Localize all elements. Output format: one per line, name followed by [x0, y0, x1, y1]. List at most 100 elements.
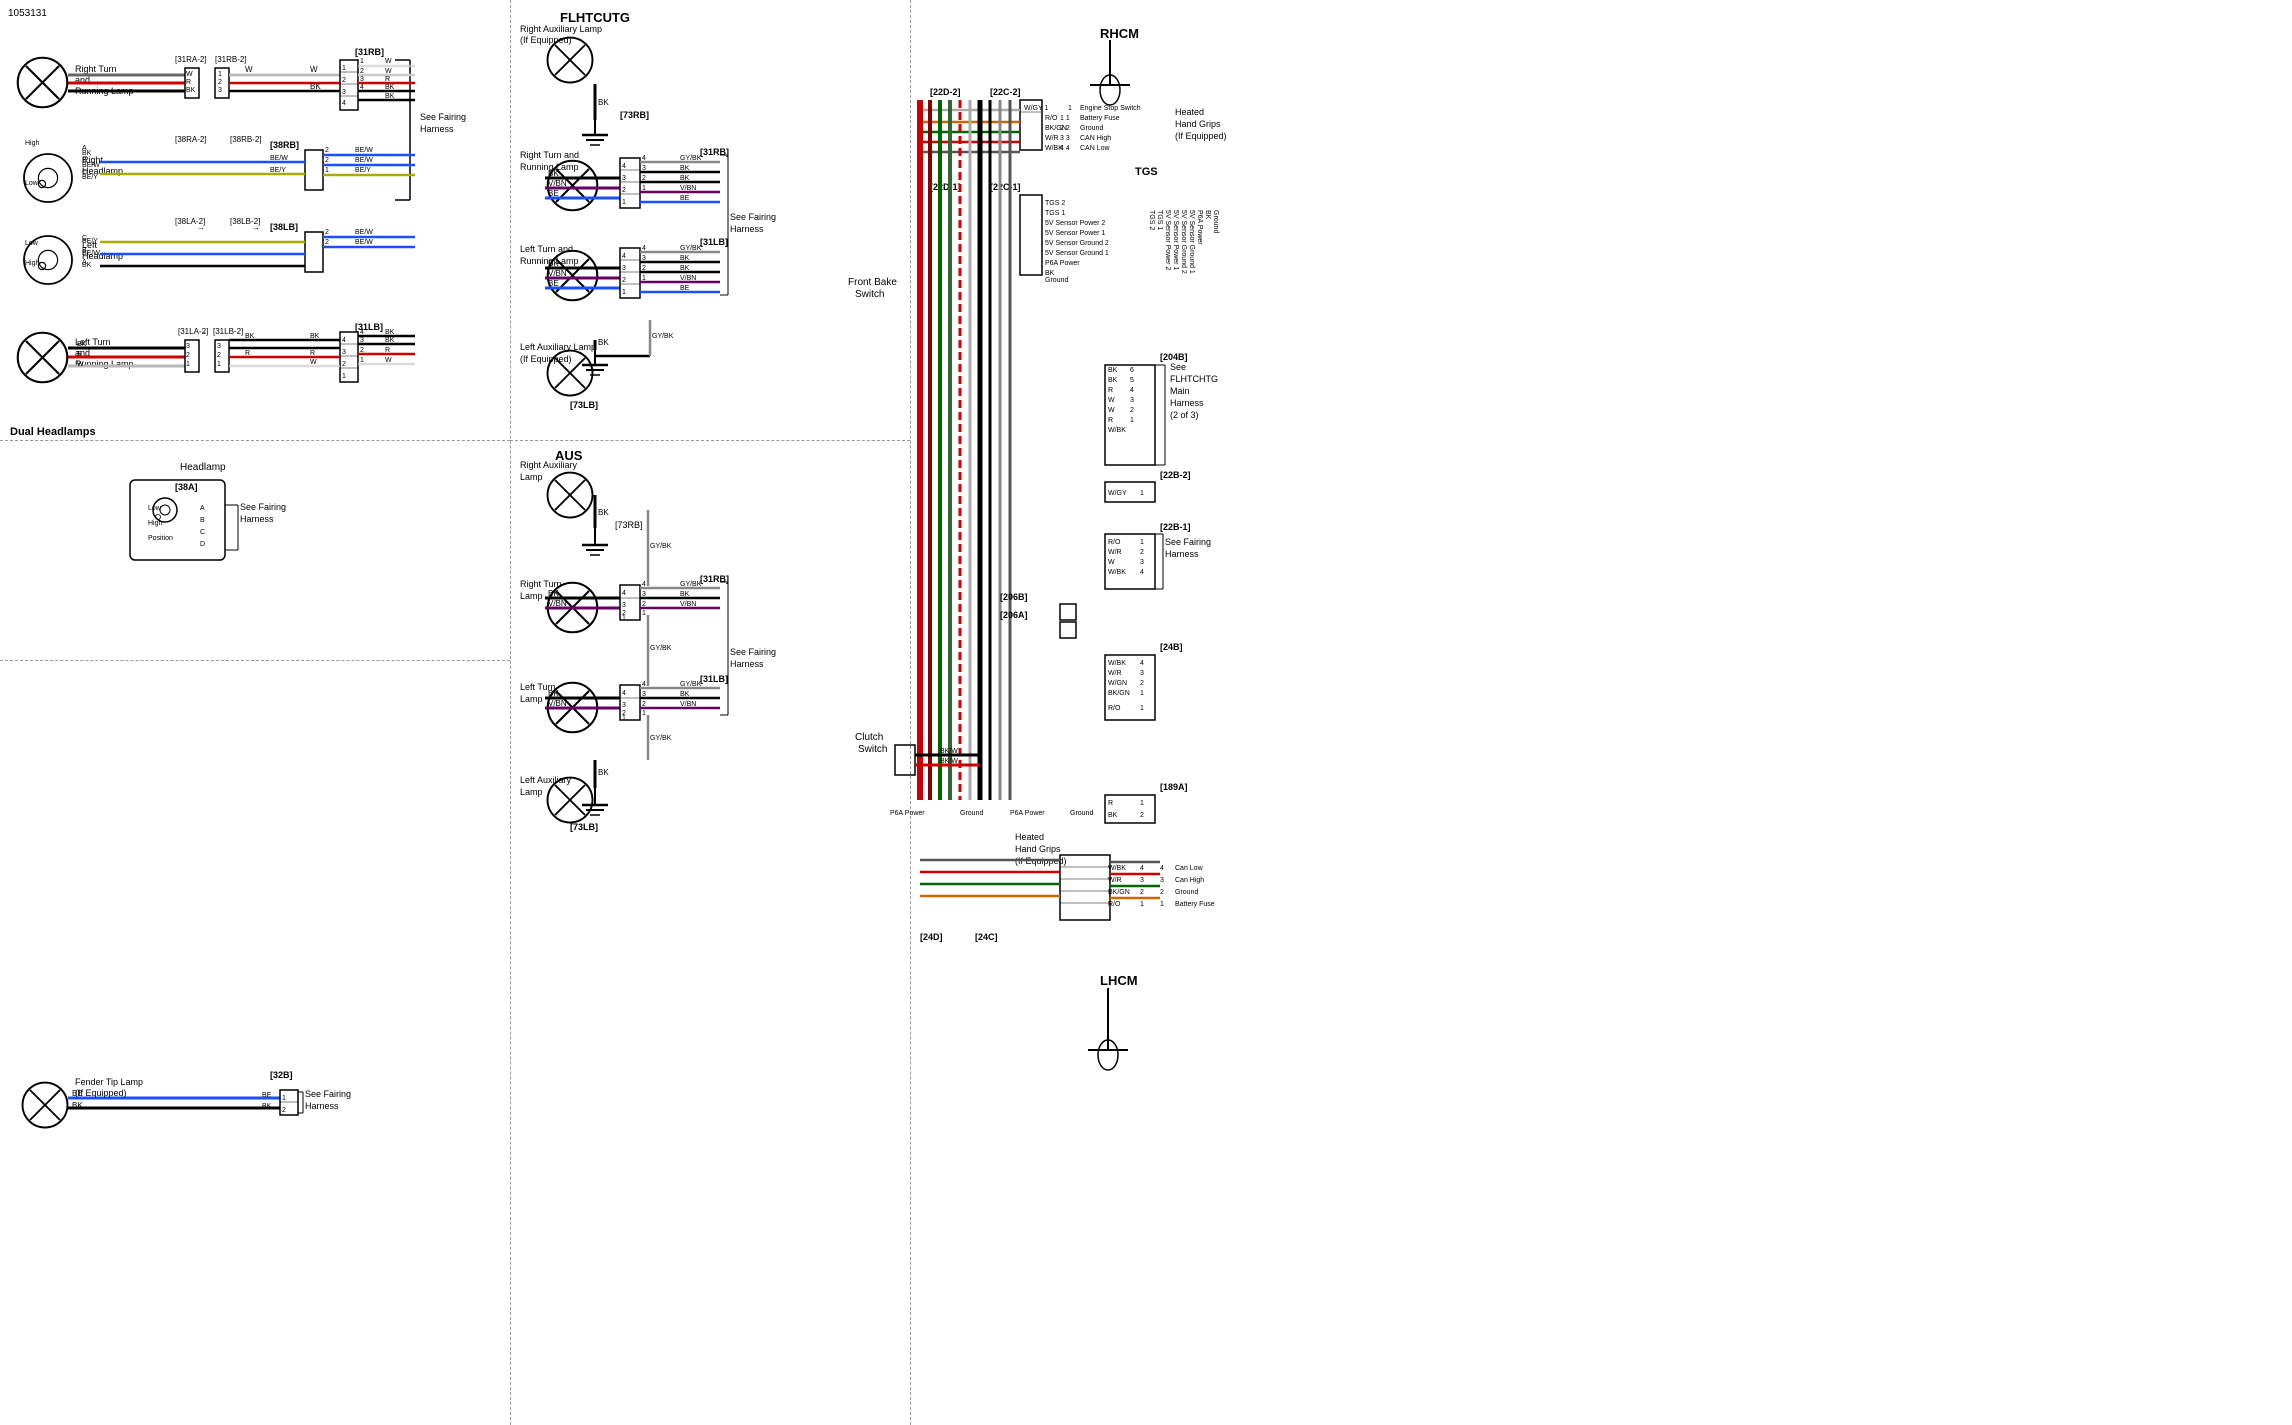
svg-text:Switch: Switch: [858, 744, 887, 755]
svg-text:GY/BK: GY/BK: [650, 645, 672, 652]
svg-text:BE: BE: [680, 285, 690, 292]
svg-text:1: 1: [1140, 705, 1144, 712]
svg-text:FLHTCHTG: FLHTCHTG: [1170, 374, 1218, 384]
svg-text:4: 4: [360, 329, 364, 336]
svg-text:BK: BK: [598, 338, 609, 347]
svg-text:R/O: R/O: [1108, 539, 1121, 546]
svg-text:[189A]: [189A]: [1160, 782, 1188, 792]
svg-text:[73LB]: [73LB]: [570, 400, 598, 410]
svg-text:4: 4: [342, 337, 346, 344]
svg-text:3: 3: [1160, 877, 1164, 884]
svg-text:2: 2: [282, 1107, 286, 1114]
svg-text:V/BN: V/BN: [548, 699, 567, 708]
svg-text:5V Sensor Power 1: 5V Sensor Power 1: [1172, 210, 1179, 270]
svg-text:High: High: [25, 140, 40, 147]
svg-text:R: R: [1108, 387, 1113, 394]
svg-text:V/BN: V/BN: [548, 269, 567, 278]
svg-text:BE/W: BE/W: [355, 239, 373, 246]
svg-text:BK: BK: [385, 329, 395, 336]
svg-text:W/R: W/R: [1045, 135, 1059, 142]
svg-text:3: 3: [622, 265, 626, 272]
svg-text:[38RA-2]: [38RA-2]: [175, 135, 207, 144]
svg-text:BK: BK: [1108, 377, 1118, 384]
svg-text:1: 1: [1130, 417, 1134, 424]
svg-text:BK: BK: [548, 169, 559, 178]
svg-text:CAN Low: CAN Low: [1080, 145, 1111, 152]
svg-text:1: 1: [642, 710, 646, 717]
svg-text:3: 3: [622, 175, 626, 182]
svg-text:[31RB-2]: [31RB-2]: [215, 55, 247, 64]
svg-text:V/BN: V/BN: [680, 701, 696, 708]
svg-text:2: 2: [642, 265, 646, 272]
svg-text:3: 3: [642, 165, 646, 172]
svg-text:4: 4: [342, 100, 346, 107]
svg-text:[31LB]: [31LB]: [700, 237, 728, 247]
svg-text:2: 2: [1140, 889, 1144, 896]
svg-text:2: 2: [325, 157, 329, 164]
svg-text:[38RB]: [38RB]: [270, 140, 299, 150]
svg-text:1: 1: [342, 373, 346, 380]
svg-text:Harness: Harness: [1170, 398, 1204, 408]
svg-text:BE: BE: [72, 1089, 83, 1098]
svg-text:BE/W: BE/W: [355, 157, 373, 164]
svg-text:[206A]: [206A]: [1000, 610, 1028, 620]
svg-text:3: 3: [186, 343, 190, 350]
svg-text:BE/Y: BE/Y: [82, 174, 98, 181]
svg-text:BE/W: BE/W: [82, 162, 100, 169]
svg-text:Lamp: Lamp: [520, 787, 543, 797]
svg-text:4: 4: [360, 84, 364, 91]
svg-text:Low: Low: [25, 180, 39, 187]
svg-text:BK: BK: [1108, 367, 1118, 374]
svg-text:Headlamp: Headlamp: [180, 462, 226, 473]
svg-text:GY/BK: GY/BK: [650, 543, 672, 550]
svg-text:5: 5: [1130, 377, 1134, 384]
svg-text:W: W: [1108, 559, 1115, 566]
svg-text:3: 3: [622, 602, 626, 609]
svg-text:→: →: [197, 223, 205, 232]
svg-text:3: 3: [1140, 877, 1144, 884]
svg-text:2: 2: [325, 147, 329, 154]
svg-text:BK: BK: [385, 337, 395, 344]
svg-text:See Fairing: See Fairing: [240, 502, 286, 512]
svg-text:R: R: [1108, 417, 1113, 424]
svg-text:[22D-1]: [22D-1]: [930, 182, 961, 192]
svg-text:BK: BK: [548, 589, 559, 598]
svg-text:2: 2: [217, 352, 221, 359]
svg-text:R/O: R/O: [1108, 705, 1121, 712]
svg-text:FLHTCUTG: FLHTCUTG: [560, 10, 630, 25]
svg-text:2: 2: [186, 352, 190, 359]
svg-text:BK: BK: [680, 165, 690, 172]
svg-text:[206B]: [206B]: [1000, 592, 1028, 602]
svg-text:Left Turn and: Left Turn and: [520, 244, 573, 254]
svg-text:BK: BK: [310, 333, 320, 340]
svg-text:Right Auxiliary Lamp: Right Auxiliary Lamp: [520, 24, 602, 34]
svg-text:BK: BK: [598, 508, 609, 517]
svg-text:1: 1: [217, 361, 221, 368]
svg-text:2: 2: [1130, 407, 1134, 414]
svg-text:BE: BE: [548, 189, 559, 198]
svg-text:2: 2: [342, 361, 346, 368]
svg-text:GY/BK: GY/BK: [680, 681, 702, 688]
svg-text:3: 3: [1140, 559, 1144, 566]
svg-text:2: 2: [642, 701, 646, 708]
svg-text:W: W: [310, 359, 317, 366]
svg-text:W/GY: W/GY: [1108, 490, 1127, 497]
svg-text:R: R: [385, 347, 390, 354]
svg-text:R: R: [245, 350, 250, 357]
svg-text:Hand Grips: Hand Grips: [1015, 844, 1061, 854]
svg-text:1: 1: [1140, 690, 1144, 697]
svg-text:Dual Headlamps: Dual Headlamps: [10, 426, 96, 438]
svg-text:4: 4: [1140, 660, 1144, 667]
svg-text:4: 4: [1160, 865, 1164, 872]
svg-text:1: 1: [325, 167, 329, 174]
svg-text:BE/W: BE/W: [355, 147, 373, 154]
svg-text:2: 2: [360, 68, 364, 75]
svg-text:2: 2: [360, 347, 364, 354]
svg-text:2: 2: [325, 229, 329, 236]
svg-text:BK: BK: [77, 341, 87, 348]
svg-text:GY/BK: GY/BK: [680, 581, 702, 588]
svg-text:TGS 1: TGS 1: [1156, 210, 1163, 230]
svg-text:GY/BK: GY/BK: [652, 333, 674, 340]
svg-text:V/BN: V/BN: [680, 275, 696, 282]
svg-text:Right Turn: Right Turn: [75, 64, 117, 74]
